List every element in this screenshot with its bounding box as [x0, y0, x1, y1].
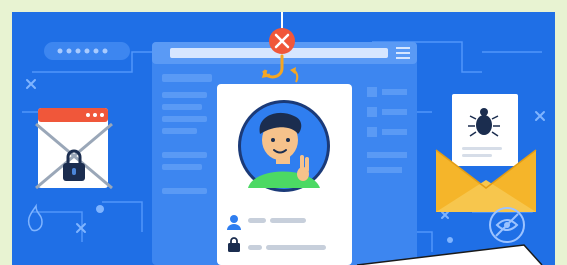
blocked-eye-icon: [489, 207, 525, 243]
phishing-illustration: [12, 12, 555, 265]
password-field-icon: [44, 42, 130, 60]
locked-window-icon: [35, 108, 113, 190]
profile-card: [217, 84, 352, 265]
illustration-canvas: [22, 12, 545, 265]
stop-badge-icon: [269, 28, 295, 54]
illustration-frame: [0, 0, 567, 265]
malware-email-icon: [435, 94, 537, 212]
hamburger-menu-icon: [396, 47, 410, 59]
fire-icon: [27, 203, 43, 232]
